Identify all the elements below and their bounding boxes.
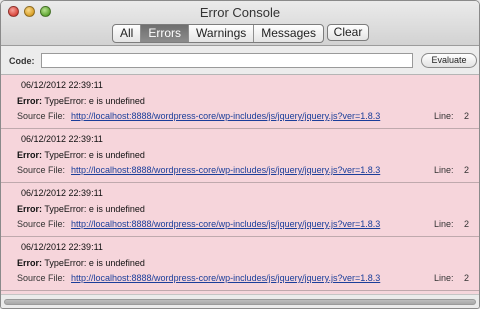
entry-error-text: Error: TypeError: e is undefined	[17, 96, 145, 106]
error-label: Error:	[17, 258, 43, 268]
line-number: 2	[464, 273, 470, 283]
horizontal-scrollbar[interactable]	[1, 294, 479, 308]
code-label: Code:	[9, 56, 35, 66]
line-label: Line:	[434, 219, 454, 229]
line-label: Line:	[434, 165, 454, 175]
entry-error-text: Error: TypeError: e is undefined	[17, 150, 145, 160]
entry-timestamp: 06/12/2012 22:39:11	[21, 134, 103, 144]
error-label: Error:	[17, 150, 43, 160]
error-entry: 06/12/2012 22:39:11 Error: TypeError: e …	[1, 183, 479, 237]
entry-error-text: Error: TypeError: e is undefined	[17, 204, 145, 214]
entry-timestamp: 06/12/2012 22:39:11	[21, 80, 103, 90]
error-message: TypeError: e is undefined	[42, 204, 145, 214]
entry-error-text: Error: TypeError: e is undefined	[17, 258, 145, 268]
filter-errors-button[interactable]: Errors	[140, 25, 189, 42]
filter-all-button[interactable]: All	[113, 25, 140, 42]
source-file-label: Source File:	[17, 219, 66, 229]
entry-timestamp: 06/12/2012 22:39:11	[21, 188, 103, 198]
clear-button[interactable]: Clear	[327, 24, 369, 41]
line-label: Line:	[434, 111, 454, 121]
line-number: 2	[464, 165, 470, 175]
code-input[interactable]	[41, 53, 413, 68]
source-file-label: Source File:	[17, 165, 66, 175]
error-entry: 06/12/2012 22:39:11 Error: TypeError: e …	[1, 237, 479, 291]
message-list[interactable]: 06/12/2012 22:39:11 Error: TypeError: e …	[1, 75, 479, 294]
source-file-link[interactable]: http://localhost:8888/wordpress-core/wp-…	[71, 165, 380, 175]
scrollbar-thumb[interactable]	[4, 299, 476, 305]
title-bar: Error Console All Errors Warnings Messag…	[1, 1, 479, 46]
error-message: TypeError: e is undefined	[42, 258, 145, 268]
evaluate-button[interactable]: Evaluate	[421, 53, 477, 68]
error-message: TypeError: e is undefined	[42, 150, 145, 160]
source-file-label: Source File:	[17, 111, 66, 121]
source-file-label: Source File:	[17, 273, 66, 283]
error-console-window: Error Console All Errors Warnings Messag…	[0, 0, 480, 309]
line-number: 2	[464, 111, 470, 121]
filter-warnings-button[interactable]: Warnings	[188, 25, 253, 42]
line-label: Line:	[434, 273, 454, 283]
filter-messages-button[interactable]: Messages	[253, 25, 323, 42]
line-number: 2	[464, 219, 470, 229]
source-file-link[interactable]: http://localhost:8888/wordpress-core/wp-…	[71, 111, 380, 121]
source-file-link[interactable]: http://localhost:8888/wordpress-core/wp-…	[71, 273, 380, 283]
error-label: Error:	[17, 96, 43, 106]
error-message: TypeError: e is undefined	[42, 96, 145, 106]
source-file-link[interactable]: http://localhost:8888/wordpress-core/wp-…	[71, 219, 380, 229]
error-label: Error:	[17, 204, 43, 214]
filter-segmented-control: All Errors Warnings Messages	[112, 24, 324, 43]
error-entry: 06/12/2012 22:39:11 Error: TypeError: e …	[1, 129, 479, 183]
entry-timestamp: 06/12/2012 22:39:11	[21, 242, 103, 252]
window-title: Error Console	[199, 5, 281, 20]
error-entry: 06/12/2012 22:39:11 Error: TypeError: e …	[1, 75, 479, 129]
